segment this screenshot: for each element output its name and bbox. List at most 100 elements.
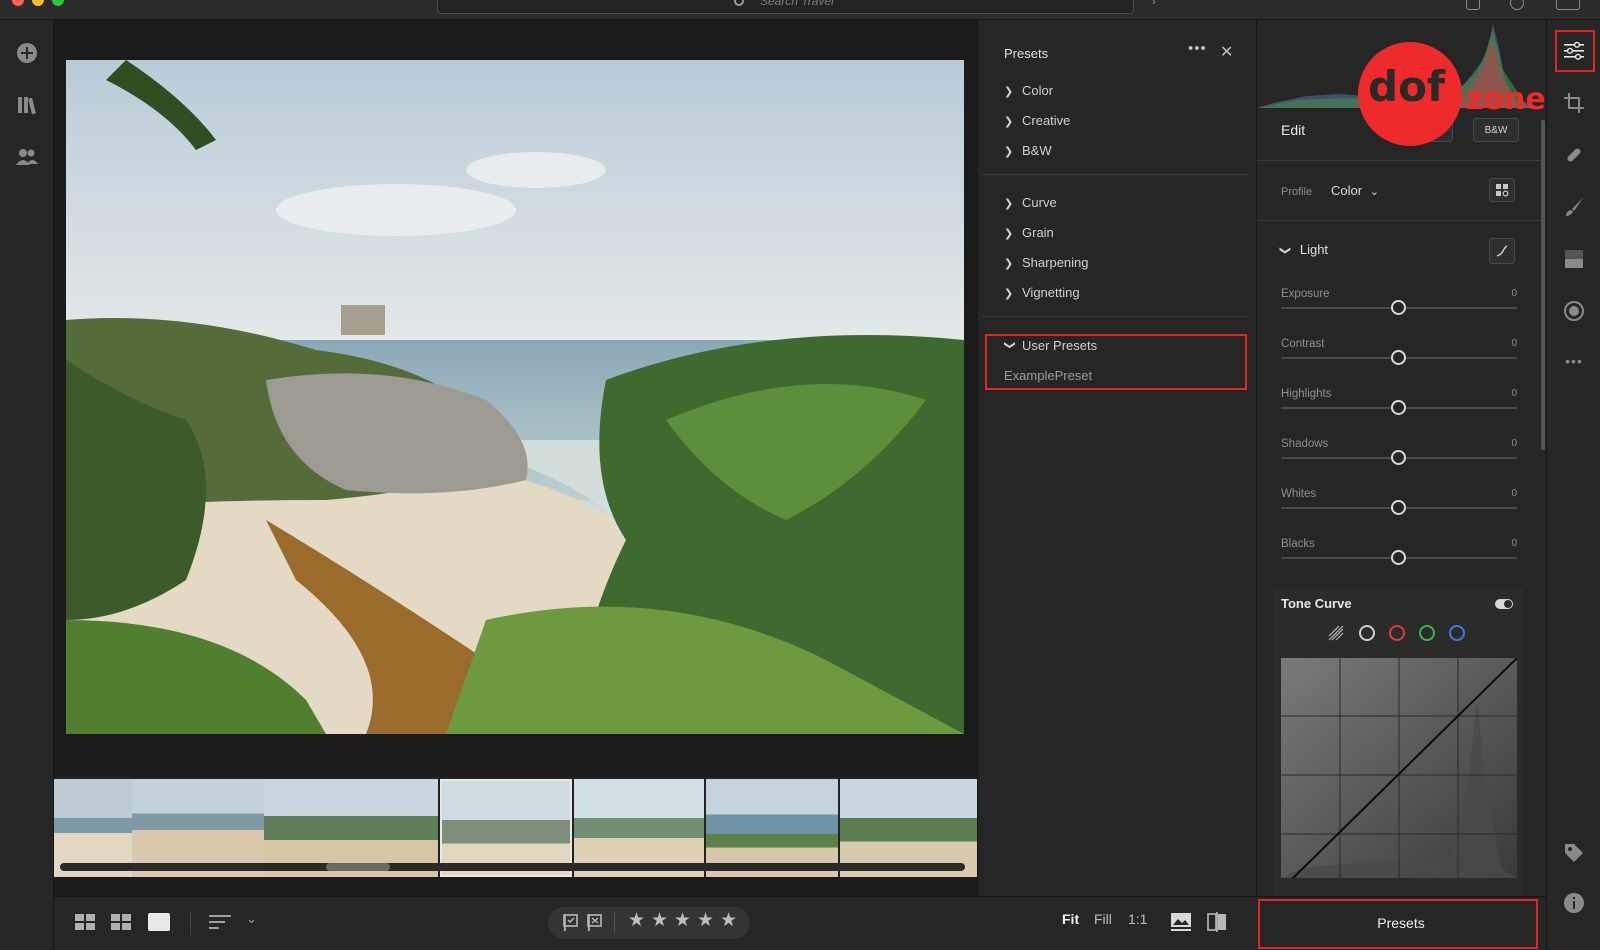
tone-curve-title: Tone Curve: [1281, 596, 1352, 611]
crop-icon[interactable]: [1559, 88, 1589, 118]
rating-star-1[interactable]: ★: [628, 909, 645, 932]
pick-flag-icon[interactable]: [562, 914, 580, 935]
preset-group-label: Vignetting: [1022, 285, 1080, 300]
parametric-curve-icon[interactable]: [1327, 624, 1345, 642]
point-curve-icon[interactable]: [1489, 238, 1515, 264]
preset-group-user-presets[interactable]: ❯ User Presets: [1003, 338, 1098, 353]
red-channel-icon[interactable]: [1389, 625, 1405, 641]
library-icon[interactable]: [14, 92, 40, 118]
point-curve-rgb-icon[interactable]: [1359, 625, 1375, 641]
window-close-button[interactable]: [12, 0, 24, 6]
rating-star-5[interactable]: ★: [720, 909, 737, 932]
view-divider: [190, 911, 191, 935]
preset-group-sharpening[interactable]: ❯ Sharpening: [1004, 255, 1089, 270]
zoom-fit-button[interactable]: Fit: [1062, 911, 1079, 927]
radial-gradient-icon[interactable]: [1559, 296, 1589, 326]
window-minimize-button[interactable]: [32, 0, 44, 6]
more-tools-icon[interactable]: •••: [1559, 346, 1589, 376]
search-field[interactable]: Search Travel: [437, 0, 1134, 14]
light-section-header[interactable]: ❯ Light: [1279, 242, 1329, 257]
presets-panel-title: Presets: [1004, 46, 1049, 61]
blue-channel-icon[interactable]: [1449, 625, 1465, 641]
slider-knob[interactable]: [1391, 550, 1406, 565]
edit-panel: Edit B&W Profile Color ⌄ ❯ Light Exposur…: [1256, 20, 1546, 896]
chevron-down-icon: ❯: [1279, 245, 1292, 256]
sort-icon[interactable]: [208, 913, 232, 934]
chevron-right-icon: ❯: [1004, 146, 1014, 158]
keyword-tag-icon[interactable]: [1559, 838, 1589, 868]
chevron-right-icon: ❯: [1004, 86, 1014, 98]
preset-group-label: User Presets: [1022, 338, 1098, 353]
rating-star-4[interactable]: ★: [697, 909, 714, 932]
edit-title: Edit: [1281, 122, 1306, 138]
chevron-down-icon: ❯: [1003, 340, 1016, 350]
square-grid-view-icon[interactable]: [74, 913, 96, 934]
preset-group-bw[interactable]: ❯ B&W: [1004, 143, 1052, 158]
main-photo[interactable]: [66, 60, 964, 734]
chevron-right-icon: ❯: [1004, 228, 1014, 240]
slider-knob[interactable]: [1391, 450, 1406, 465]
preset-group-label: Grain: [1022, 225, 1054, 240]
preset-group-vignetting[interactable]: ❯ Vignetting: [1004, 285, 1080, 300]
zoom-fill-button[interactable]: Fill: [1094, 911, 1112, 927]
profile-select[interactable]: Color ⌄: [1331, 183, 1379, 198]
presets-divider: [982, 174, 1248, 175]
add-photos-icon[interactable]: [14, 40, 40, 66]
preset-group-grain[interactable]: ❯ Grain: [1004, 225, 1054, 240]
preset-group-curve[interactable]: ❯ Curve: [1004, 195, 1057, 210]
grid-view-icon[interactable]: [110, 913, 132, 934]
linear-gradient-icon[interactable]: [1559, 244, 1589, 274]
tone-curve-graph[interactable]: [1281, 658, 1517, 878]
info-icon[interactable]: [1559, 888, 1589, 918]
preset-group-color[interactable]: ❯ Color: [1004, 83, 1053, 98]
sort-chevron-down-icon[interactable]: ⌄: [246, 911, 257, 927]
edit-sliders-icon[interactable]: [1559, 36, 1589, 66]
user-preset-item[interactable]: ExamplePreset: [1004, 368, 1092, 383]
share-icon[interactable]: [1466, 0, 1480, 10]
compare-view-icon[interactable]: [1206, 911, 1228, 936]
healing-bandage-icon[interactable]: [1559, 140, 1589, 170]
presets-panel: Presets ••• ✕ ❯ Color ❯ Creative ❯ B&W ❯ Cur…: [977, 20, 1256, 896]
slider-knob[interactable]: [1391, 500, 1406, 515]
profile-browser-icon[interactable]: [1489, 178, 1515, 202]
help-icon[interactable]: [1510, 0, 1524, 10]
preset-group-label: Sharpening: [1022, 255, 1089, 270]
logo-text-dof: dof: [1368, 62, 1446, 111]
rating-star-3[interactable]: ★: [674, 909, 691, 932]
bottom-toolbar: ⌄ ★ ★ ★ ★ ★ Fit Fill 1:1: [54, 896, 1256, 950]
close-icon[interactable]: ✕: [1220, 42, 1233, 62]
more-options-icon[interactable]: •••: [1188, 40, 1207, 57]
slider-label: Contrast: [1281, 338, 1325, 350]
slider-knob[interactable]: [1391, 300, 1406, 315]
search-icon: [734, 0, 744, 6]
rating-star-2[interactable]: ★: [651, 909, 668, 932]
tone-curve-toggle[interactable]: [1495, 599, 1513, 609]
shared-people-icon[interactable]: [14, 144, 40, 170]
slider-label: Exposure: [1281, 288, 1330, 300]
brush-icon[interactable]: [1559, 192, 1589, 222]
profile-label: Profile: [1281, 186, 1313, 198]
slider-value: 0: [1511, 488, 1517, 499]
filter-chevron-icon[interactable]: ›: [1152, 0, 1156, 8]
edit-panel-scrollbar[interactable]: [1541, 120, 1545, 450]
show-info-overlay-icon[interactable]: [1170, 912, 1192, 935]
chevron-right-icon: ❯: [1004, 288, 1014, 300]
filmstrip-scrollbar[interactable]: [326, 863, 390, 871]
preset-group-creative[interactable]: ❯ Creative: [1004, 113, 1070, 128]
slider-label: Shadows: [1281, 438, 1329, 450]
slider-knob[interactable]: [1391, 350, 1406, 365]
slider-value: 0: [1511, 338, 1517, 349]
right-rail: •••: [1546, 20, 1600, 950]
presets-button[interactable]: Presets: [1256, 896, 1546, 950]
title-bar: Search Travel ›: [0, 0, 1600, 20]
cloud-status-icon[interactable]: [1556, 0, 1580, 10]
slider-knob[interactable]: [1391, 400, 1406, 415]
detail-view-icon[interactable]: [148, 913, 170, 931]
window-zoom-button[interactable]: [52, 0, 64, 6]
slider-value: 0: [1511, 538, 1517, 549]
light-section-title: Light: [1299, 242, 1329, 257]
presets-button-label: Presets: [1377, 915, 1425, 931]
green-channel-icon[interactable]: [1419, 625, 1435, 641]
reject-flag-icon[interactable]: [586, 914, 604, 935]
zoom-1to1-button[interactable]: 1:1: [1128, 911, 1147, 927]
